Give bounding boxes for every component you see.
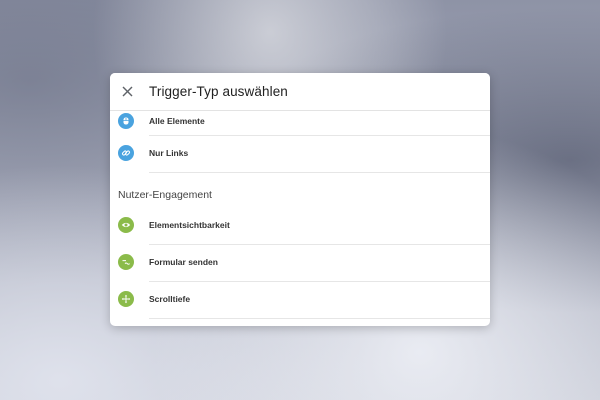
list-item-label: Alle Elemente — [149, 116, 205, 126]
list-item-nur-links[interactable]: Nur Links — [110, 137, 490, 169]
divider — [149, 318, 490, 319]
close-icon[interactable] — [119, 84, 135, 100]
list-item-elementsichtbarkeit[interactable]: Elementsichtbarkeit — [110, 209, 490, 241]
divider — [149, 135, 490, 136]
list-item-formular-senden[interactable]: Formular senden — [110, 246, 490, 278]
cursor-click-icon — [118, 113, 134, 129]
section-title: Nutzer-Engagement — [118, 189, 212, 201]
form-icon — [118, 254, 134, 270]
list-item-label: Scrolltiefe — [149, 294, 191, 304]
trigger-type-dialog: Trigger-Typ auswählen Alle Elemente Nur … — [110, 73, 490, 326]
dialog-header: Trigger-Typ auswählen — [110, 73, 490, 111]
eye-icon — [118, 217, 134, 233]
list-item-scrolltiefe[interactable]: Scrolltiefe — [110, 283, 490, 315]
list-item-label: Nur Links — [149, 148, 189, 158]
divider — [149, 172, 490, 173]
divider — [149, 244, 490, 245]
move-arrows-icon — [118, 291, 134, 307]
link-icon — [118, 145, 134, 161]
list-item-label: Formular senden — [149, 257, 218, 267]
trigger-type-list[interactable]: Alle Elemente Nur Links Nutzer-Engagemen… — [110, 111, 490, 326]
list-item-label: Elementsichtbarkeit — [149, 220, 230, 230]
divider — [149, 281, 490, 282]
list-item-alle-elemente[interactable]: Alle Elemente — [110, 111, 490, 132]
dialog-title: Trigger-Typ auswählen — [149, 84, 288, 99]
